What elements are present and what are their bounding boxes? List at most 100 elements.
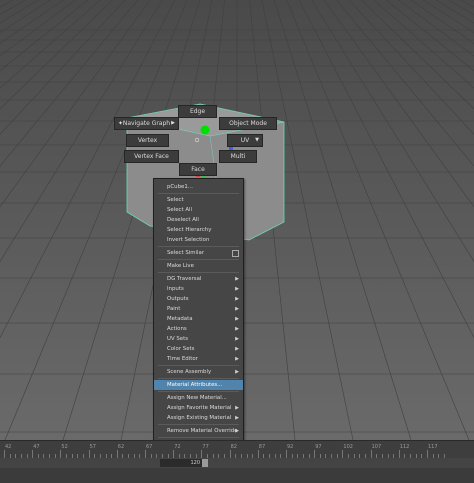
timeline-tick-mark — [257, 450, 259, 458]
timeline-tick-mark — [398, 450, 400, 458]
menu-item-scene-assembly[interactable]: Scene Assembly ▶ — [154, 367, 243, 377]
timeline-tick-label: 92 — [287, 444, 294, 450]
timeline-tick-label: 112 — [399, 444, 410, 450]
timeline-tick-mark — [173, 450, 175, 458]
option-box-icon[interactable] — [232, 250, 239, 257]
submenu-arrow-icon: ▶ — [235, 405, 239, 411]
submenu-arrow-icon: ▶ — [235, 286, 239, 292]
menu-item-label: Paint — [167, 306, 181, 312]
menu-separator — [158, 246, 239, 247]
marking-menu-vertex[interactable]: Vertex — [126, 134, 169, 147]
menu-item-label: Actions — [167, 326, 187, 332]
menu-item-label: Inputs — [167, 286, 184, 292]
range-handle[interactable] — [202, 459, 208, 467]
menu-item-label: Invert Selection — [167, 237, 210, 243]
menu-item-label: Outputs — [167, 296, 189, 302]
status-bar — [0, 468, 474, 483]
timeline-tick-label: 87 — [258, 444, 266, 450]
submenu-arrow-icon: ▶ — [235, 276, 239, 282]
submenu-arrow-icon: ▶ — [235, 326, 239, 332]
menu-item-label: Assign Existing Material — [167, 415, 232, 421]
menu-item-dg-traversal[interactable]: DG Traversal ▶ — [154, 274, 243, 284]
menu-item-select-similar[interactable]: Select Similar — [154, 248, 243, 258]
menu-separator — [158, 378, 239, 379]
submenu-arrow-icon: ▶ — [235, 428, 239, 434]
submenu-arrow-icon: ▶ — [235, 415, 239, 421]
menu-item-label: Deselect All — [167, 217, 199, 223]
timeline-tick-label: 97 — [315, 444, 322, 450]
submenu-arrow-icon: ▶ — [235, 336, 239, 342]
marking-menu-uv[interactable]: UV ▼ — [227, 134, 263, 147]
timeline-tick-label: 77 — [202, 444, 209, 450]
menu-item-label: UV Sets — [167, 336, 189, 342]
timeline-tick-label: 102 — [343, 444, 353, 450]
menu-item-metadata[interactable]: Metadata ▶ — [154, 314, 243, 324]
menu-item-label: Select — [167, 197, 184, 203]
timeline-tick-mark — [427, 450, 428, 458]
timeline-tick-mark — [145, 450, 146, 458]
manipulator-center-icon — [200, 125, 210, 135]
timeline-tick-mark — [116, 450, 118, 458]
menu-item-label: Color Sets — [167, 346, 195, 352]
timeline-tick-label: 57 — [89, 444, 96, 450]
timeline-tick-label: 52 — [61, 444, 68, 450]
menu-item-assign-favorite-material[interactable]: Assign Favorite Material ▶ — [154, 403, 243, 413]
menu-item-label: Select All — [167, 207, 193, 213]
menu-separator — [158, 272, 239, 273]
marking-menu-object-mode[interactable]: Object Mode — [219, 117, 277, 130]
menu-item-inputs[interactable]: Inputs ▶ — [154, 284, 243, 294]
marking-menu-face[interactable]: Face — [179, 163, 217, 176]
menu-item-label: Select Similar — [167, 250, 205, 256]
menu-item-label: Remove Material Override — [167, 428, 238, 434]
timeline-tick-mark — [370, 450, 372, 458]
menu-item-remove-material-override[interactable]: Remove Material Override ▶ — [154, 426, 243, 436]
menu-separator — [158, 437, 239, 438]
menu-item-actions[interactable]: Actions ▶ — [154, 324, 243, 334]
timeline-tick-mark — [4, 450, 5, 458]
timeline-tick-label: 42 — [5, 444, 12, 450]
timeline-tick-mark — [60, 450, 62, 458]
menu-item-material-attributes[interactable]: Material Attributes... — [154, 380, 243, 390]
range-slider[interactable]: 120 — [0, 458, 474, 468]
timeline-tick-label: 107 — [371, 444, 382, 450]
menu-item-invert-selection[interactable]: Invert Selection — [154, 235, 243, 245]
submenu-arrow-icon: ▼ — [255, 137, 259, 143]
menu-separator — [158, 424, 239, 425]
submenu-arrow-icon: ▶ — [235, 356, 239, 362]
menu-item-label: Material Attributes... — [167, 382, 223, 388]
context-menu: pCube1... Select Select All Deselect All Sel… — [153, 178, 244, 440]
marking-menu-edge[interactable]: Edge — [178, 105, 217, 118]
menu-item-color-sets[interactable]: Color Sets ▶ — [154, 344, 243, 354]
menu-item-select[interactable]: Select — [154, 195, 243, 205]
range-end-field[interactable]: 120 — [160, 459, 202, 467]
timeline-tick-mark — [88, 450, 90, 458]
submenu-arrow-icon: ▶ — [171, 120, 175, 126]
menu-item-select-all[interactable]: Select All — [154, 205, 243, 215]
submenu-arrow-icon: ▶ — [235, 316, 239, 322]
menu-item-time-editor[interactable]: Time Editor ▶ — [154, 354, 243, 364]
menu-item-select-hierarchy[interactable]: Select Hierarchy — [154, 225, 243, 235]
timeline-tick-label: 82 — [230, 444, 237, 450]
viewport-3d[interactable]: Edge ✦ Navigate Graph ▶ Object Mode Vertex… — [0, 0, 474, 440]
menu-item-outputs[interactable]: Outputs ▶ — [154, 294, 243, 304]
menu-separator — [158, 193, 239, 194]
menu-item-assign-new-material[interactable]: Assign New Material... — [154, 393, 243, 403]
submenu-arrow-icon: ▶ — [235, 306, 239, 312]
time-slider[interactable]: 42 47 52 57 62 67 72 77 82 87 92 97 102 107 112 117 — [0, 440, 474, 458]
menu-item-uv-sets[interactable]: UV Sets ▶ — [154, 334, 243, 344]
timeline-tick-mark — [342, 450, 344, 458]
marking-menu-vertex-face[interactable]: Vertex Face — [124, 150, 179, 163]
menu-item-assign-existing-material[interactable]: Assign Existing Material ▶ — [154, 413, 243, 423]
menu-item-label: Select Hierarchy — [167, 227, 212, 233]
timeline-tick-mark — [201, 450, 203, 458]
menu-item-label: Metadata — [167, 316, 193, 322]
menu-item-label: DG Traversal — [167, 276, 202, 282]
marking-menu-multi[interactable]: Multi — [219, 150, 257, 163]
menu-item-pcube1[interactable]: pCube1... — [154, 182, 243, 192]
timeline-tick-mark — [314, 450, 316, 458]
menu-item-paint[interactable]: Paint ▶ — [154, 304, 243, 314]
menu-item-label: pCube1... — [167, 184, 193, 190]
menu-item-deselect-all[interactable]: Deselect All — [154, 215, 243, 225]
menu-item-make-live[interactable]: Make Live — [154, 261, 243, 271]
marking-menu-navigate-graph[interactable]: ✦ Navigate Graph ▶ — [114, 117, 179, 130]
